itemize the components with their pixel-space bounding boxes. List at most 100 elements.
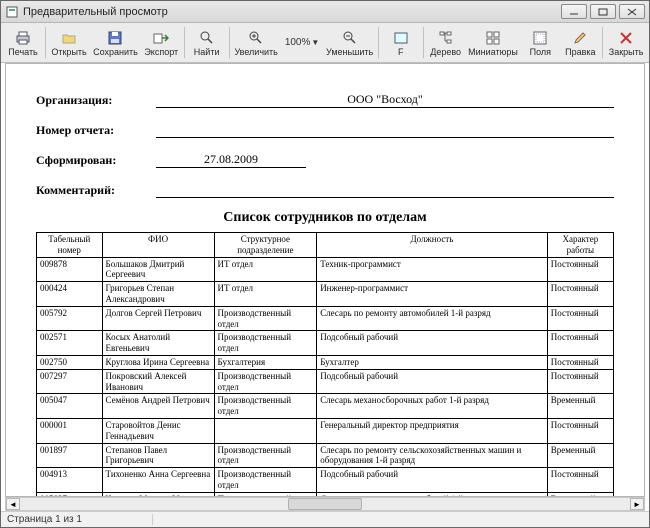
table-cell: ИТ отдел (214, 282, 317, 307)
scroll-track[interactable] (20, 498, 630, 510)
find-button[interactable]: Найти (187, 23, 227, 62)
table-row: 005047Семёнов Андрей ПетровичПроизводств… (37, 394, 614, 419)
table-header: ФИО (102, 233, 214, 258)
search-icon (200, 29, 214, 47)
table-cell: Слесарь механосборочных работ 1-й разряд (317, 394, 548, 419)
table-cell: Долгов Сергей Петрович (102, 306, 214, 331)
close-button[interactable] (619, 4, 645, 19)
table-cell: Подсобный рабочий (317, 331, 548, 356)
table-header: Табельный номер (37, 233, 103, 258)
table-cell: Тихоненко Анна Сергеевна (102, 468, 214, 493)
table-cell: Круглова Ирина Сергеевна (102, 355, 214, 369)
print-button[interactable]: Печать (3, 23, 43, 62)
table-cell: Подсобный рабочий (317, 468, 548, 493)
table-cell: Постоянный (547, 369, 613, 394)
table-cell: Косых Анатолий Евгеньевич (102, 331, 214, 356)
table-cell: Производственный отдел (214, 443, 317, 468)
table-row: 002750Круглова Ирина СергеевнаБухгалтери… (37, 355, 614, 369)
reportnum-value (156, 123, 614, 138)
report-page: Организация: ООО "Восход" Номер отчета: … (6, 64, 644, 497)
app-icon (5, 5, 19, 19)
save-button[interactable]: Сохранить (90, 23, 140, 62)
table-cell: Постоянный (547, 355, 613, 369)
thumbnails-icon (486, 29, 500, 47)
table-cell: Производственный отдел (214, 331, 317, 356)
open-button[interactable]: Открыть (48, 23, 90, 62)
table-cell: Временный (547, 394, 613, 419)
horizontal-scrollbar[interactable]: ◄ ► (5, 497, 645, 511)
minimize-button[interactable] (561, 4, 587, 19)
folder-open-icon (61, 29, 77, 47)
table-cell: Инженер-программист (317, 282, 548, 307)
generated-value: 27.08.2009 (156, 152, 306, 168)
table-cell: Постоянный (547, 418, 613, 443)
table-cell: Семёнов Андрей Петрович (102, 394, 214, 419)
table-cell: Бухгалтерия (214, 355, 317, 369)
table-cell: 005047 (37, 394, 103, 419)
table-row: 001897Степанов Павел ГригорьевичПроизвод… (37, 443, 614, 468)
toolbar: Печать Открыть Сохранить Экспорт Найти У… (1, 23, 649, 63)
zoom-out-button[interactable]: Уменьшить (323, 23, 376, 62)
zoom-value: 100% (285, 37, 311, 48)
table-cell: Слесарь по ремонту сельскохозяйственных … (317, 443, 548, 468)
table-cell: Бухгалтер (317, 355, 548, 369)
table-cell: Постоянный (547, 257, 613, 282)
table-cell: 000424 (37, 282, 103, 307)
table-cell: Производственный отдел (214, 394, 317, 419)
table-row: 009878Большаков Дмитрий СергеевичИТ отде… (37, 257, 614, 282)
export-button[interactable]: Экспорт (141, 23, 182, 62)
titlebar: Предварительный просмотр (1, 1, 649, 23)
table-cell: Подсобный рабочий (317, 369, 548, 394)
maximize-button[interactable] (590, 4, 616, 19)
zoom-in-icon (249, 29, 263, 47)
table-cell: 001897 (37, 443, 103, 468)
zoom-dropdown[interactable]: 100% ▼ (281, 37, 324, 48)
table-cell: 009878 (37, 257, 103, 282)
table-cell: 000001 (37, 418, 103, 443)
table-cell: Постоянный (547, 306, 613, 331)
edit-button[interactable]: Правка (560, 23, 600, 62)
zoom-out-icon (343, 29, 357, 47)
table-cell: Производственный отдел (214, 369, 317, 394)
thumbnails-button[interactable]: Миниатюры (466, 23, 521, 62)
window-title: Предварительный просмотр (23, 6, 561, 18)
table-cell: Слесарь по ремонту автомобилей 1-й разря… (317, 306, 548, 331)
table-row: 007297Покровский Алексей ИвановичПроизво… (37, 369, 614, 394)
report-title: Список сотрудников по отделам (36, 210, 614, 226)
statusbar: Страница 1 из 1 (1, 511, 649, 527)
generated-label: Сформирован: (36, 153, 156, 168)
document-viewport[interactable]: Организация: ООО "Восход" Номер отчета: … (5, 63, 645, 497)
table-cell: Генеральный директор предприятия (317, 418, 548, 443)
fullscreen-button[interactable]: F (381, 23, 421, 62)
close-preview-button[interactable]: Закрыть (605, 23, 647, 62)
zoom-in-button[interactable]: Увеличить (232, 23, 281, 62)
scroll-thumb[interactable] (288, 498, 361, 510)
table-cell: Постоянный (547, 468, 613, 493)
table-cell: Производственный отдел (214, 306, 317, 331)
tree-icon (439, 29, 453, 47)
margins-icon (533, 29, 547, 47)
table-header: Характер работы (547, 233, 613, 258)
chevron-down-icon: ▼ (311, 38, 319, 47)
scroll-right-button[interactable]: ► (630, 498, 644, 510)
table-cell: Степанов Павел Григорьевич (102, 443, 214, 468)
employees-table: Табельный номерФИОСтруктурное подразделе… (36, 232, 614, 497)
close-icon (620, 29, 632, 47)
org-value: ООО "Восход" (156, 92, 614, 108)
tree-button[interactable]: Дерево (426, 23, 466, 62)
printer-icon (15, 29, 31, 47)
table-cell: Техник-программист (317, 257, 548, 282)
scroll-left-button[interactable]: ◄ (6, 498, 20, 510)
table-cell: ИТ отдел (214, 257, 317, 282)
table-cell: 005792 (37, 306, 103, 331)
table-row: 000424Григорьев Степан АлександровичИТ о… (37, 282, 614, 307)
table-cell: Старовойтов Денис Геннадьевич (102, 418, 214, 443)
table-cell: Постоянный (547, 331, 613, 356)
table-row: 000001Старовойтов Денис Геннадьевич Генер… (37, 418, 614, 443)
table-cell: 007297 (37, 369, 103, 394)
reportnum-label: Номер отчета: (36, 123, 156, 138)
margins-button[interactable]: Поля (520, 23, 560, 62)
export-icon (153, 29, 169, 47)
table-cell: Производственный отдел (214, 468, 317, 493)
table-header: Должность (317, 233, 548, 258)
